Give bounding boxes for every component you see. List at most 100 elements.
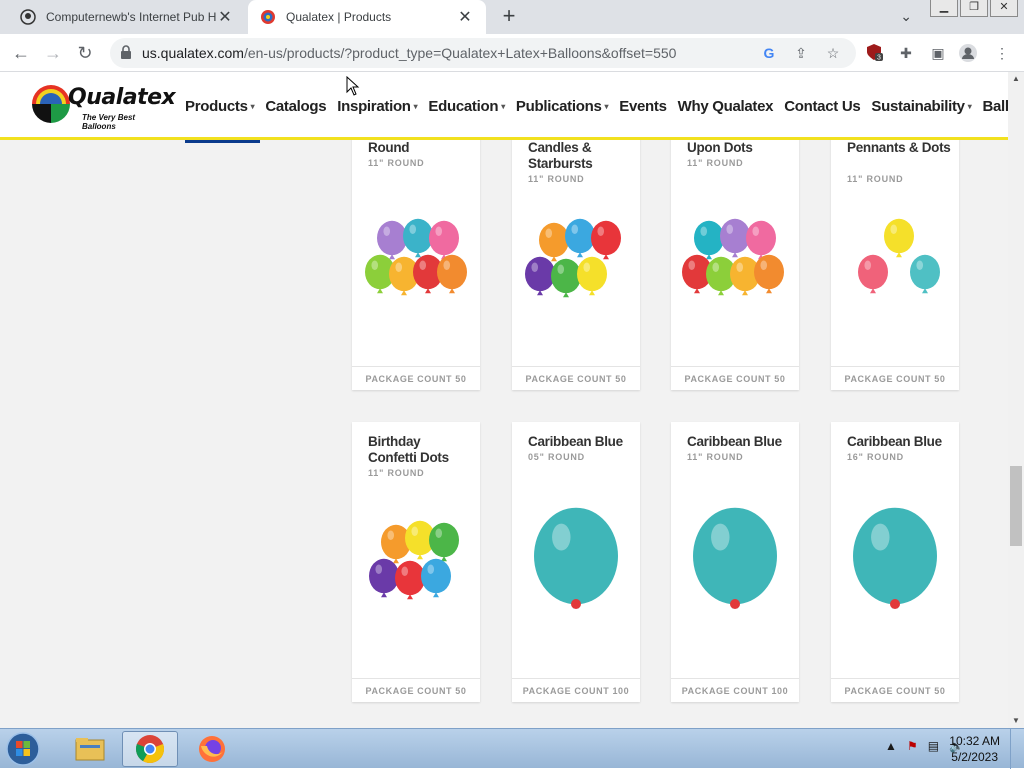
chrome-icon: [135, 735, 165, 763]
side-panel-icon[interactable]: ▣: [928, 43, 948, 63]
clock-time: 10:32 AM: [949, 734, 1000, 748]
new-tab-button[interactable]: +: [498, 5, 520, 28]
nav-item-publications[interactable]: Publications ▾: [516, 72, 609, 140]
product-name[interactable]: Upon Dots: [687, 140, 791, 156]
nav-item-label: Events: [619, 97, 667, 115]
tab-search-chevron-icon[interactable]: ⌄: [900, 8, 912, 25]
product-card[interactable]: Round 11" ROUND PACKAGE COUNT 50: [352, 118, 480, 390]
show-hidden-icons-icon[interactable]: ▲: [885, 739, 897, 753]
close-window-button[interactable]: ✕: [990, 0, 1018, 17]
product-card[interactable]: Caribbean Blue 16" ROUND PACKAGE COUNT 50: [831, 422, 959, 702]
balloon-shape: [754, 254, 784, 294]
scrollbar-thumb[interactable]: [1010, 466, 1022, 546]
nav-item-balloon-pro-fin[interactable]: Balloon Pro Fin: [982, 72, 1008, 140]
network-icon[interactable]: ▤: [928, 739, 939, 753]
close-tab-icon[interactable]: ✕: [216, 7, 234, 27]
product-size: 11" ROUND: [847, 174, 904, 184]
taskbar-clock[interactable]: 10:32 AM 5/2/2023: [949, 733, 1000, 765]
close-tab-icon[interactable]: ✕: [456, 7, 474, 27]
balloon-shape: [403, 218, 433, 258]
scroll-down-arrow-icon[interactable]: ▼: [1008, 714, 1024, 728]
google-icon[interactable]: G: [760, 44, 778, 62]
firefox-taskbar-button[interactable]: [184, 731, 240, 767]
nav-item-sustainability[interactable]: Sustainability ▾: [871, 72, 971, 140]
nav-item-catalogs[interactable]: Catalogs: [265, 72, 326, 140]
scroll-up-arrow-icon[interactable]: ▲: [1008, 72, 1024, 86]
product-card[interactable]: Upon Dots 11" ROUND PACKAGE COUNT 50: [671, 118, 799, 390]
webpage-viewport: Round 11" ROUND PACKAGE COUNT 50 Candles & …: [0, 72, 1008, 728]
windows-taskbar: ▲ ⚑ ▤ 🔈 10:32 AM 5/2/2023: [0, 728, 1024, 769]
nav-item-label: Catalogs: [265, 97, 327, 115]
balloon-shape: [551, 258, 581, 298]
product-name[interactable]: Caribbean Blue: [528, 434, 632, 450]
nav-item-contact-us[interactable]: Contact Us: [784, 72, 860, 140]
nav-item-events[interactable]: Events: [619, 72, 667, 140]
product-size: 11" ROUND: [687, 158, 744, 168]
product-image[interactable]: [839, 200, 951, 320]
qualatex-logo[interactable]: Qualatex The Very Best Balloons: [28, 82, 176, 131]
pub-favicon-icon: [20, 9, 36, 25]
chrome-taskbar-button[interactable]: [122, 731, 178, 767]
forward-arrow-icon[interactable]: →: [40, 40, 66, 66]
balloon-shape: [577, 256, 607, 296]
product-name[interactable]: Caribbean Blue: [847, 434, 951, 450]
nav-item-why-qualatex[interactable]: Why Qualatex: [678, 72, 774, 140]
windows-logo-icon: [6, 732, 40, 766]
nav-item-label: Balloon Pro Fin: [982, 97, 1008, 115]
nav-item-label: Contact Us: [784, 97, 861, 115]
nav-item-education[interactable]: Education ▾: [428, 72, 505, 140]
qualatex-mark-icon: [730, 599, 740, 609]
file-explorer-taskbar-button[interactable]: [62, 731, 118, 767]
product-image[interactable]: [360, 502, 472, 622]
minimize-button[interactable]: ▁: [930, 0, 958, 17]
product-card[interactable]: Birthday Confetti Dots 11" ROUND PACKAGE C…: [352, 422, 480, 702]
product-image[interactable]: [520, 502, 632, 622]
product-image[interactable]: [360, 200, 472, 320]
balloon-shape: [565, 218, 595, 258]
product-size: 11" ROUND: [368, 158, 425, 168]
product-image[interactable]: [839, 502, 951, 622]
tab-computernewb[interactable]: Computernewb's Internet Pub H ✕: [8, 0, 246, 34]
balloon-shape: [437, 254, 467, 294]
url-path: /en-us/products/?product_type=Qualatex+L…: [243, 45, 677, 61]
shield-extension-icon[interactable]: 3: [864, 43, 884, 63]
maximize-button[interactable]: ❐: [960, 0, 988, 17]
balloon-shape: [693, 507, 777, 609]
action-center-flag-icon[interactable]: ⚑: [907, 739, 918, 753]
balloon-shape: [421, 558, 451, 598]
balloon-shape: [369, 558, 399, 598]
main-navigation: Products ▾ Catalogs Inspiration ▾ Education ▾ P…: [185, 72, 1008, 143]
show-desktop-button[interactable]: [1010, 729, 1024, 769]
product-image[interactable]: [520, 200, 632, 320]
tab-qualatex-products[interactable]: Qualatex | Products ✕: [248, 0, 486, 34]
share-icon[interactable]: ⇪: [792, 44, 810, 62]
package-count: PACKAGE COUNT 100: [671, 678, 799, 702]
address-bar[interactable]: us.qualatex.com/en-us/products/?product_…: [110, 38, 856, 68]
product-name[interactable]: Birthday Confetti Dots: [368, 434, 472, 466]
product-card[interactable]: Candles & Starbursts 11" ROUND PACKAGE COU…: [512, 118, 640, 390]
package-count: PACKAGE COUNT 50: [352, 678, 480, 702]
bookmark-star-icon[interactable]: ☆: [824, 44, 842, 62]
product-name[interactable]: Candles & Starbursts: [528, 140, 632, 172]
clock-date: 5/2/2023: [951, 750, 998, 764]
page-scrollbar[interactable]: ▲ ▼: [1008, 72, 1024, 728]
puzzle-extensions-icon[interactable]: ✚: [896, 43, 916, 63]
product-image[interactable]: [679, 502, 791, 622]
reload-icon[interactable]: ↻: [72, 40, 98, 66]
product-card[interactable]: Caribbean Blue 11" ROUND PACKAGE COUNT 100: [671, 422, 799, 702]
nav-item-label: Products: [185, 97, 248, 115]
browser-menu-icon[interactable]: ⋮: [992, 43, 1012, 63]
product-card[interactable]: Caribbean Blue 05" ROUND PACKAGE COUNT 100: [512, 422, 640, 702]
product-image[interactable]: [679, 200, 791, 320]
package-count: PACKAGE COUNT 50: [352, 366, 480, 390]
back-arrow-icon[interactable]: ←: [8, 40, 34, 66]
product-card[interactable]: Pennants & Dots 11" ROUND PACKAGE COUNT 50: [831, 118, 959, 390]
product-name[interactable]: Caribbean Blue: [687, 434, 791, 450]
product-name[interactable]: Round: [368, 140, 472, 156]
balloon-shape: [853, 507, 937, 609]
url-text[interactable]: us.qualatex.com/en-us/products/?product_…: [142, 45, 676, 61]
start-button[interactable]: [4, 731, 44, 767]
nav-item-products[interactable]: Products ▾: [185, 72, 261, 143]
profile-avatar-icon[interactable]: [958, 43, 978, 63]
product-name[interactable]: Pennants & Dots: [847, 140, 951, 156]
